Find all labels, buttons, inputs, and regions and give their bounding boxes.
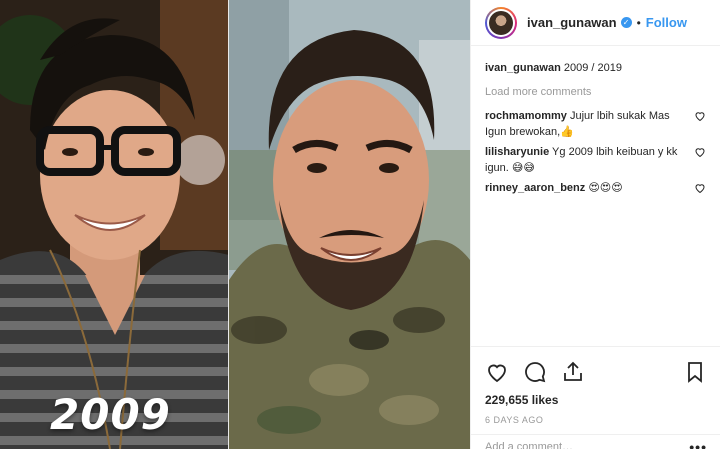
follow-button[interactable]: Follow xyxy=(646,15,687,30)
photo-2009-figure xyxy=(0,0,229,449)
add-comment-input[interactable]: Add a comment… xyxy=(485,441,573,449)
caption-text: 2009 / 2019 xyxy=(560,62,622,74)
comment-like-heart-icon[interactable] xyxy=(694,146,706,158)
comment-username[interactable]: rinney_aaron_benz xyxy=(485,182,585,194)
comment-like-heart-icon[interactable] xyxy=(694,110,706,122)
year-2009-label: 2009 xyxy=(50,390,171,439)
comment-text: 😍😍😍 xyxy=(585,182,623,194)
photo-2019-panel: 2019 xyxy=(229,0,470,449)
add-comment-bar: Add a comment… ••• xyxy=(471,434,720,449)
comment-username[interactable]: lilisharyunie xyxy=(485,146,549,158)
likes-count[interactable]: 229,655 likes xyxy=(485,393,707,407)
post-photo[interactable]: 2009 xyxy=(0,0,470,449)
avatar-image xyxy=(489,10,513,35)
header-username[interactable]: ivan_gunawan xyxy=(527,15,617,30)
caption-username[interactable]: ivan_gunawan xyxy=(485,62,561,74)
heart-icon[interactable] xyxy=(485,360,509,384)
comments-section: ivan_gunawan 2009 / 2019 Load more comme… xyxy=(471,46,720,346)
load-more-comments-link[interactable]: Load more comments xyxy=(485,86,706,98)
action-bar xyxy=(485,357,707,387)
verified-badge-icon: ✓ xyxy=(620,17,632,28)
post-header: ivan_gunawan ✓ • Follow xyxy=(471,0,720,46)
photo-2009-panel: 2009 xyxy=(0,0,229,449)
post-timestamp: 6 DAYS AGO xyxy=(485,415,544,425)
comment-item: lilisharyunie Yg 2009 lbih keibuan y kk … xyxy=(485,144,706,176)
comment-item: rochmamommy Jujur lbih sukak Mas Igun br… xyxy=(485,108,706,140)
post-caption: ivan_gunawan 2009 / 2019 xyxy=(485,60,706,76)
comment-bubble-icon[interactable] xyxy=(523,360,547,384)
bookmark-icon[interactable] xyxy=(683,360,707,384)
photo-2019-figure xyxy=(229,0,470,449)
avatar[interactable] xyxy=(485,6,517,39)
more-options-icon[interactable]: ••• xyxy=(689,439,707,449)
comment-item: rinney_aaron_benz 😍😍😍 xyxy=(485,180,706,196)
comment-like-heart-icon[interactable] xyxy=(694,182,706,194)
header-separator: • xyxy=(636,15,641,30)
share-icon[interactable] xyxy=(561,360,585,384)
post-sidebar: ivan_gunawan ✓ • Follow ivan_gunawan 200… xyxy=(470,0,720,449)
post-actions: 229,655 likes 6 DAYS AGO xyxy=(471,346,720,425)
comment-username[interactable]: rochmamommy xyxy=(485,110,567,122)
